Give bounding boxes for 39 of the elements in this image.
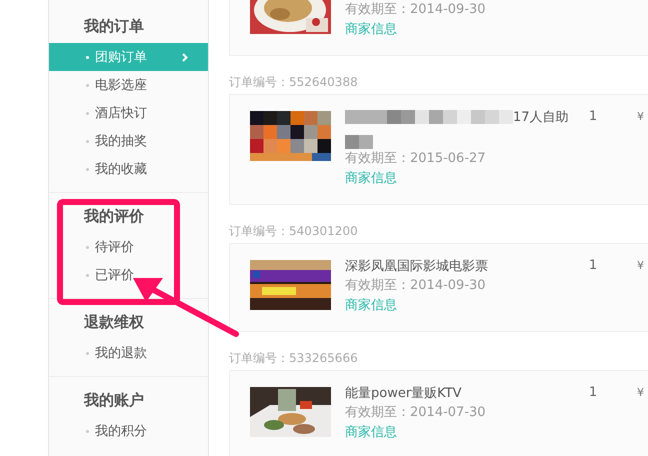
bullet-icon (86, 140, 89, 142)
bullet-icon (86, 84, 89, 86)
sidebar-item[interactable]: 待评价 (49, 233, 208, 261)
bullet-icon (86, 56, 89, 58)
sidebar-item[interactable]: 我的收藏 (49, 155, 208, 183)
quantity: 1 (588, 108, 598, 126)
valid-until: 有效期至：2014-07-30 (345, 404, 487, 422)
deal-title: 深影凤凰国际影城电影票 (345, 258, 488, 275)
price-text: ¥ (637, 258, 645, 274)
price-text: ¥ (637, 109, 645, 125)
sidebar-item[interactable]: 我的积分 (49, 417, 208, 445)
bullet-icon (86, 168, 89, 170)
deal-title: 能量power量贩KTV (345, 385, 462, 402)
chevron-icon (182, 52, 188, 62)
bullet-icon (86, 274, 89, 276)
quantity: 1 (588, 384, 598, 402)
section-heading: 退款维权 (83, 312, 145, 333)
bullet-icon (86, 246, 89, 248)
valid-until: 有效期至：2014-09-30 (345, 1, 487, 19)
sidebar-item[interactable]: 酒店快订 (49, 99, 208, 127)
valid-until: 有效期至：2014-09-30 (345, 277, 487, 295)
bullet-icon (86, 112, 89, 114)
section-heading: 我的订单 (82, 16, 145, 37)
order-number: 订单编号：533265666 (229, 350, 359, 366)
order-number: 订单编号：540301200 (229, 223, 359, 239)
bullet-icon (86, 352, 89, 354)
bullet-icon (86, 430, 89, 432)
sidebar-item[interactable]: 已评价 (49, 261, 208, 289)
mosaic-drawing (345, 135, 373, 149)
order-number: 订单编号：552640388 (229, 74, 359, 90)
deal-title: 17人自助 (513, 109, 569, 126)
sidebar-item[interactable]: 我的抽奖 (49, 127, 208, 155)
section-heading: 我的账户 (82, 390, 145, 411)
section-heading: 我的评价 (82, 206, 145, 227)
valid-until: 有效期至：2015-06-27 (345, 150, 487, 168)
price-text: ¥ (637, 385, 645, 401)
quantity: 1 (588, 257, 598, 275)
sidebar-item[interactable]: 我的退款 (49, 339, 208, 367)
sidebar-item[interactable]: 电影选座 (49, 71, 208, 99)
